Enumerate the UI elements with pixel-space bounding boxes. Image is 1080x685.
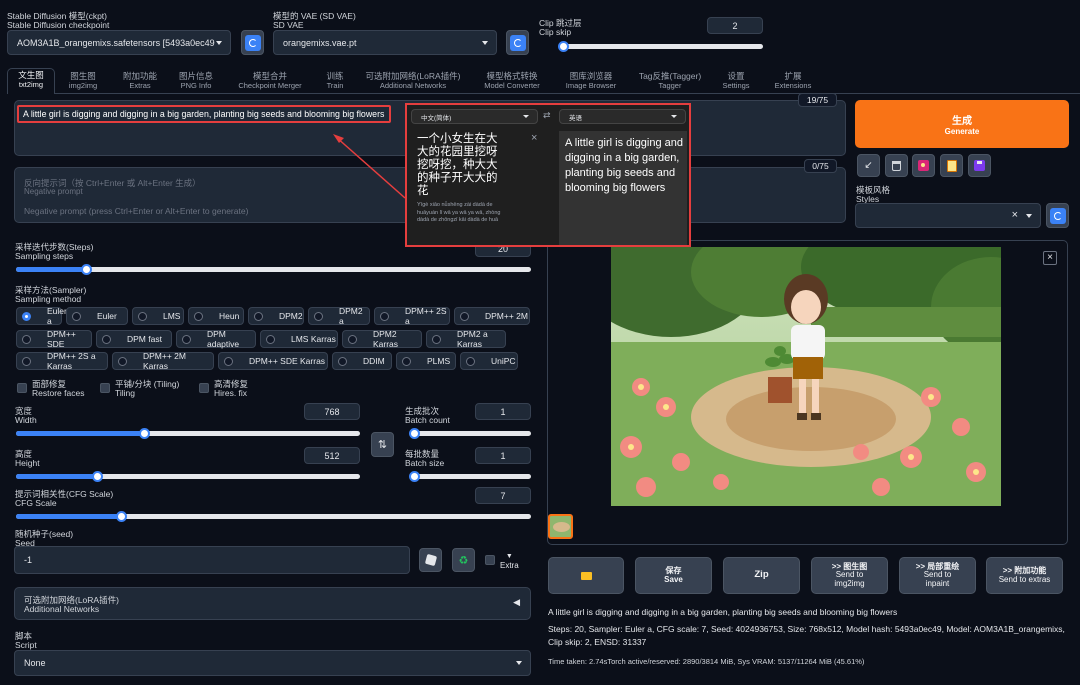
annotation-arrow — [333, 134, 406, 199]
